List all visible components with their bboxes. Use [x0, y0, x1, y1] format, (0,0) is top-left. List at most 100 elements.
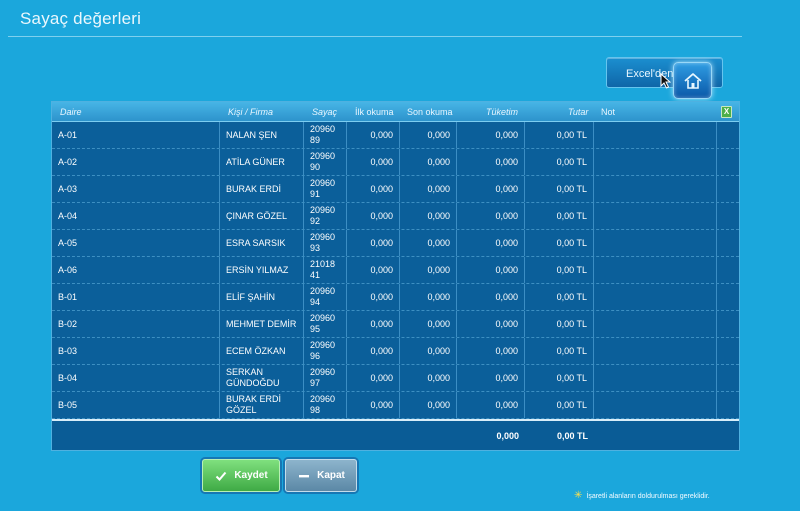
cell-kisi: ELİF ŞAHİN	[220, 284, 304, 310]
cell-tutar: 0,00 TL	[525, 230, 594, 256]
table-row[interactable]: B-03 ECEM ÖZKAN 20960 96 0,000 0,000 0,000 0,0…	[52, 338, 739, 365]
cell-not[interactable]	[594, 311, 717, 337]
cell-sayac: 20960 93	[304, 230, 347, 256]
table-row[interactable]: A-01 NALAN ŞEN 20960 89 0,000 0,000 0,000 0,00…	[52, 122, 739, 149]
cell-ilk: 0,000	[347, 284, 400, 310]
cell-not[interactable]	[594, 392, 717, 418]
cell-not[interactable]	[594, 284, 717, 310]
header-not[interactable]: Not	[601, 107, 615, 117]
cell-tuketim: 0,000	[457, 203, 525, 229]
cell-ilk: 0,000	[347, 149, 400, 175]
cell-kisi: NALAN ŞEN	[220, 122, 304, 148]
cell-kisi: MEHMET DEMİR	[220, 311, 304, 337]
cell-son: 0,000	[400, 203, 457, 229]
cell-row-end	[717, 203, 739, 229]
cell-row-end	[717, 149, 739, 175]
required-fields-note: ✳ İşaretli alanların doldurulması gerekl…	[574, 490, 710, 501]
meter-readings-grid: Daire Kişi / Firma Sayaç İlk okuma Son o…	[51, 101, 740, 451]
title-divider	[8, 36, 742, 37]
header-sayac[interactable]: Sayaç	[312, 107, 337, 117]
table-row[interactable]: B-05 BURAK ERDİ GÖZEL 20960 98 0,000 0,000 0,…	[52, 392, 739, 419]
header-tuketim[interactable]: Tüketim	[486, 107, 518, 117]
cell-son: 0,000	[400, 149, 457, 175]
cell-ilk: 0,000	[347, 203, 400, 229]
home-icon	[683, 72, 702, 89]
cell-sayac: 20960 90	[304, 149, 347, 175]
cell-row-end	[717, 284, 739, 310]
cell-sayac: 20960 92	[304, 203, 347, 229]
cell-ilk: 0,000	[347, 365, 400, 391]
minus-icon	[297, 469, 311, 483]
cell-tuketim: 0,000	[457, 257, 525, 283]
save-button-label: Kaydet	[234, 470, 268, 481]
totals-row: 0,000 0,00 TL	[52, 419, 739, 450]
header-tutar[interactable]: Tutar	[568, 107, 588, 117]
cell-not[interactable]	[594, 122, 717, 148]
cell-ilk: 0,000	[347, 392, 400, 418]
cell-tutar: 0,00 TL	[525, 149, 594, 175]
cell-son: 0,000	[400, 284, 457, 310]
cell-daire: B-04	[52, 365, 220, 391]
cell-row-end	[717, 122, 739, 148]
table-row[interactable]: A-02 ATİLA GÜNER 20960 90 0,000 0,000 0,000 0,…	[52, 149, 739, 176]
check-icon	[214, 469, 228, 483]
cell-ilk: 0,000	[347, 257, 400, 283]
table-row[interactable]: A-06 ERSİN YILMAZ 21018 41 0,000 0,000 0,000 0…	[52, 257, 739, 284]
cell-tuketim: 0,000	[457, 311, 525, 337]
header-son-okuma[interactable]: Son okuma	[407, 107, 453, 117]
cell-sayac: 20960 97	[304, 365, 347, 391]
cell-tuketim: 0,000	[457, 176, 525, 202]
cell-row-end	[717, 392, 739, 418]
home-button[interactable]	[673, 62, 712, 99]
cell-not[interactable]	[594, 230, 717, 256]
cell-not[interactable]	[594, 257, 717, 283]
star-icon: ✳	[574, 490, 583, 501]
cell-tuketim: 0,000	[457, 284, 525, 310]
cell-not[interactable]	[594, 203, 717, 229]
table-row[interactable]: B-04 SERKAN GÜNDOĞDU 20960 97 0,000 0,000 0,0…	[52, 365, 739, 392]
page-title: Sayaç değerleri	[20, 9, 142, 28]
cell-tutar: 0,00 TL	[525, 365, 594, 391]
cell-sayac: 20960 98	[304, 392, 347, 418]
cell-tuketim: 0,000	[457, 149, 525, 175]
cell-kisi: ESRA SARSIK	[220, 230, 304, 256]
cell-sayac: 20960 94	[304, 284, 347, 310]
cell-kisi: ECEM ÖZKAN	[220, 338, 304, 364]
excel-icon[interactable]: X	[721, 106, 732, 118]
cell-son: 0,000	[400, 122, 457, 148]
cell-not[interactable]	[594, 338, 717, 364]
cell-daire: A-05	[52, 230, 220, 256]
cell-sayac: 21018 41	[304, 257, 347, 283]
header-ilk-okuma[interactable]: İlk okuma	[355, 107, 394, 117]
cell-row-end	[717, 230, 739, 256]
cell-kisi: SERKAN GÜNDOĞDU	[220, 365, 304, 391]
cell-son: 0,000	[400, 365, 457, 391]
cell-daire: B-05	[52, 392, 220, 418]
header-daire[interactable]: Daire	[60, 107, 82, 117]
cell-son: 0,000	[400, 392, 457, 418]
table-row[interactable]: B-02 MEHMET DEMİR 20960 95 0,000 0,000 0,000 0…	[52, 311, 739, 338]
close-button[interactable]: Kapat	[285, 459, 357, 492]
cell-sayac: 20960 89	[304, 122, 347, 148]
total-tuketim: 0,000	[496, 431, 519, 441]
cell-tutar: 0,00 TL	[525, 311, 594, 337]
table-row[interactable]: A-04 ÇINAR GÖZEL 20960 92 0,000 0,000 0,000 0,…	[52, 203, 739, 230]
cell-sayac: 20960 96	[304, 338, 347, 364]
cell-tuketim: 0,000	[457, 365, 525, 391]
cell-not[interactable]	[594, 176, 717, 202]
cell-tutar: 0,00 TL	[525, 257, 594, 283]
cell-not[interactable]	[594, 149, 717, 175]
cell-row-end	[717, 176, 739, 202]
close-button-label: Kapat	[317, 470, 345, 481]
save-button[interactable]: Kaydet	[202, 459, 280, 492]
header-kisi[interactable]: Kişi / Firma	[228, 107, 273, 117]
grid-body: A-01 NALAN ŞEN 20960 89 0,000 0,000 0,000 0,00…	[52, 122, 739, 419]
cell-row-end	[717, 338, 739, 364]
cell-kisi: BURAK ERDİ GÖZEL	[220, 392, 304, 418]
cell-daire: B-03	[52, 338, 220, 364]
cell-not[interactable]	[594, 365, 717, 391]
table-row[interactable]: A-05 ESRA SARSIK 20960 93 0,000 0,000 0,000 0,…	[52, 230, 739, 257]
table-row[interactable]: A-03 BURAK ERDİ 20960 91 0,000 0,000 0,000 0,0…	[52, 176, 739, 203]
cell-tutar: 0,00 TL	[525, 392, 594, 418]
table-row[interactable]: B-01 ELİF ŞAHİN 20960 94 0,000 0,000 0,000 0,0…	[52, 284, 739, 311]
